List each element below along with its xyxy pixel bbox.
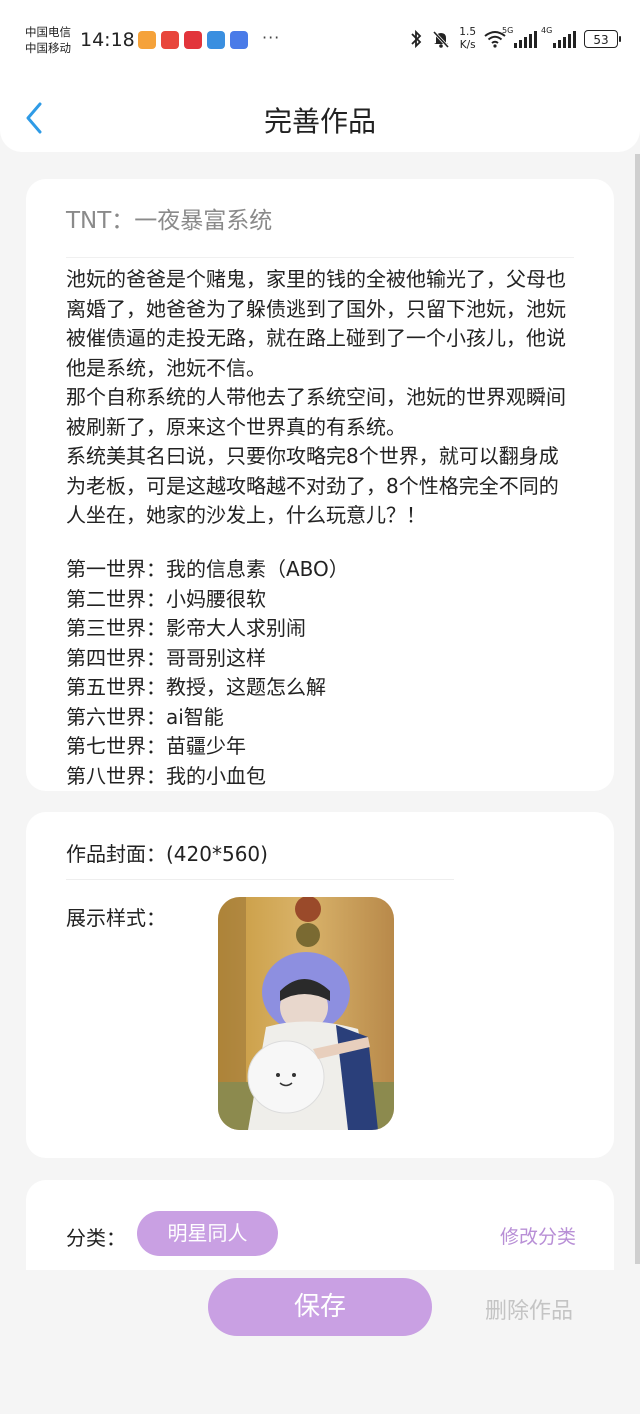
work-synopsis[interactable]: 池妧的爸爸是个赌鬼，家里的钱的全被他输光了，父母也离婚了，她爸爸为了躲债逃到了国… — [66, 265, 576, 531]
mute-bell-icon — [433, 30, 450, 49]
cover-label: 作品封面：(420*560) — [66, 842, 268, 866]
app-notification-icon — [138, 31, 156, 49]
signal-strength-icon: 4G — [541, 26, 576, 48]
cover-divider — [66, 879, 454, 880]
world-item: 第五世界：教授，这题怎么解 — [66, 675, 326, 699]
save-button[interactable]: 保存 — [208, 1278, 432, 1336]
world-item: 第二世界：小妈腰很软 — [66, 586, 266, 611]
signal-1-tag: 5G — [502, 26, 514, 35]
world-item: 第六世界：ai智能 — [66, 704, 224, 729]
signal-2-tag: 4G — [541, 26, 553, 35]
display-style-label: 展示样式： — [66, 906, 166, 930]
world-item: 第四世界：哥哥别这样 — [66, 645, 266, 670]
carrier-info: 中国电信 中国移动 — [25, 24, 71, 56]
world-item: 第三世界：影帝大人求别闹 — [66, 616, 306, 640]
category-label: 分类： — [66, 1226, 126, 1250]
signal-strength-icon: 5G — [502, 26, 537, 48]
carrier-1: 中国电信 — [25, 25, 71, 39]
delete-work-button[interactable]: 删除作品 — [485, 1293, 573, 1325]
notification-icons — [138, 31, 248, 49]
app-notification-icon — [161, 31, 179, 49]
battery-icon: 53 — [584, 30, 621, 48]
cover-photo — [218, 897, 394, 1130]
work-info-card: TNT：一夜暴富系统 池妧的爸爸是个赌鬼，家里的钱的全被他输光了，父母也离婚了，… — [26, 179, 614, 791]
app-notification-icon — [230, 31, 248, 49]
app-notification-icon — [207, 31, 225, 49]
carrier-2: 中国移动 — [25, 41, 71, 55]
world-list: 第一世界：我的信息素（ABO） 第二世界：小妈腰很软 第三世界：影帝大人求别闹 … — [66, 555, 576, 791]
network-speed-unit: K/s — [459, 39, 476, 51]
scrollbar[interactable] — [635, 154, 640, 1264]
category-card: 分类： 明星同人 修改分类 — [26, 1180, 614, 1270]
world-item: 第八世界：我的小血包 — [66, 763, 266, 788]
status-indicators: 1.5 K/s 5G 4G 53 — [409, 26, 621, 52]
world-item: 第七世界：苗疆少年 — [66, 734, 246, 758]
edit-category-link[interactable]: 修改分类 — [500, 1222, 576, 1249]
network-speed-value: 1.5 — [459, 26, 476, 38]
bluetooth-icon — [411, 29, 422, 49]
cover-card: 作品封面：(420*560) 展示样式： — [26, 812, 614, 1158]
status-time: 14:18 — [80, 29, 135, 51]
more-notifications-icon: ··· — [262, 28, 281, 47]
app-notification-icon — [184, 31, 202, 49]
cover-image[interactable] — [218, 897, 394, 1130]
network-speed: 1.5 K/s — [459, 26, 476, 52]
status-bar: 中国电信 中国移动 14:18 ··· 1.5 K/s 5G 4G 53 — [0, 0, 640, 64]
world-item: 第一世界：我的信息素（ABO） — [66, 557, 349, 581]
category-chip: 明星同人 — [137, 1211, 278, 1256]
page-title: 完善作品 — [263, 105, 376, 138]
title-divider — [66, 257, 574, 258]
app-header: 中国电信 中国移动 14:18 ··· 1.5 K/s 5G 4G 53 完善作… — [0, 0, 640, 152]
work-title[interactable]: TNT：一夜暴富系统 — [66, 201, 272, 235]
